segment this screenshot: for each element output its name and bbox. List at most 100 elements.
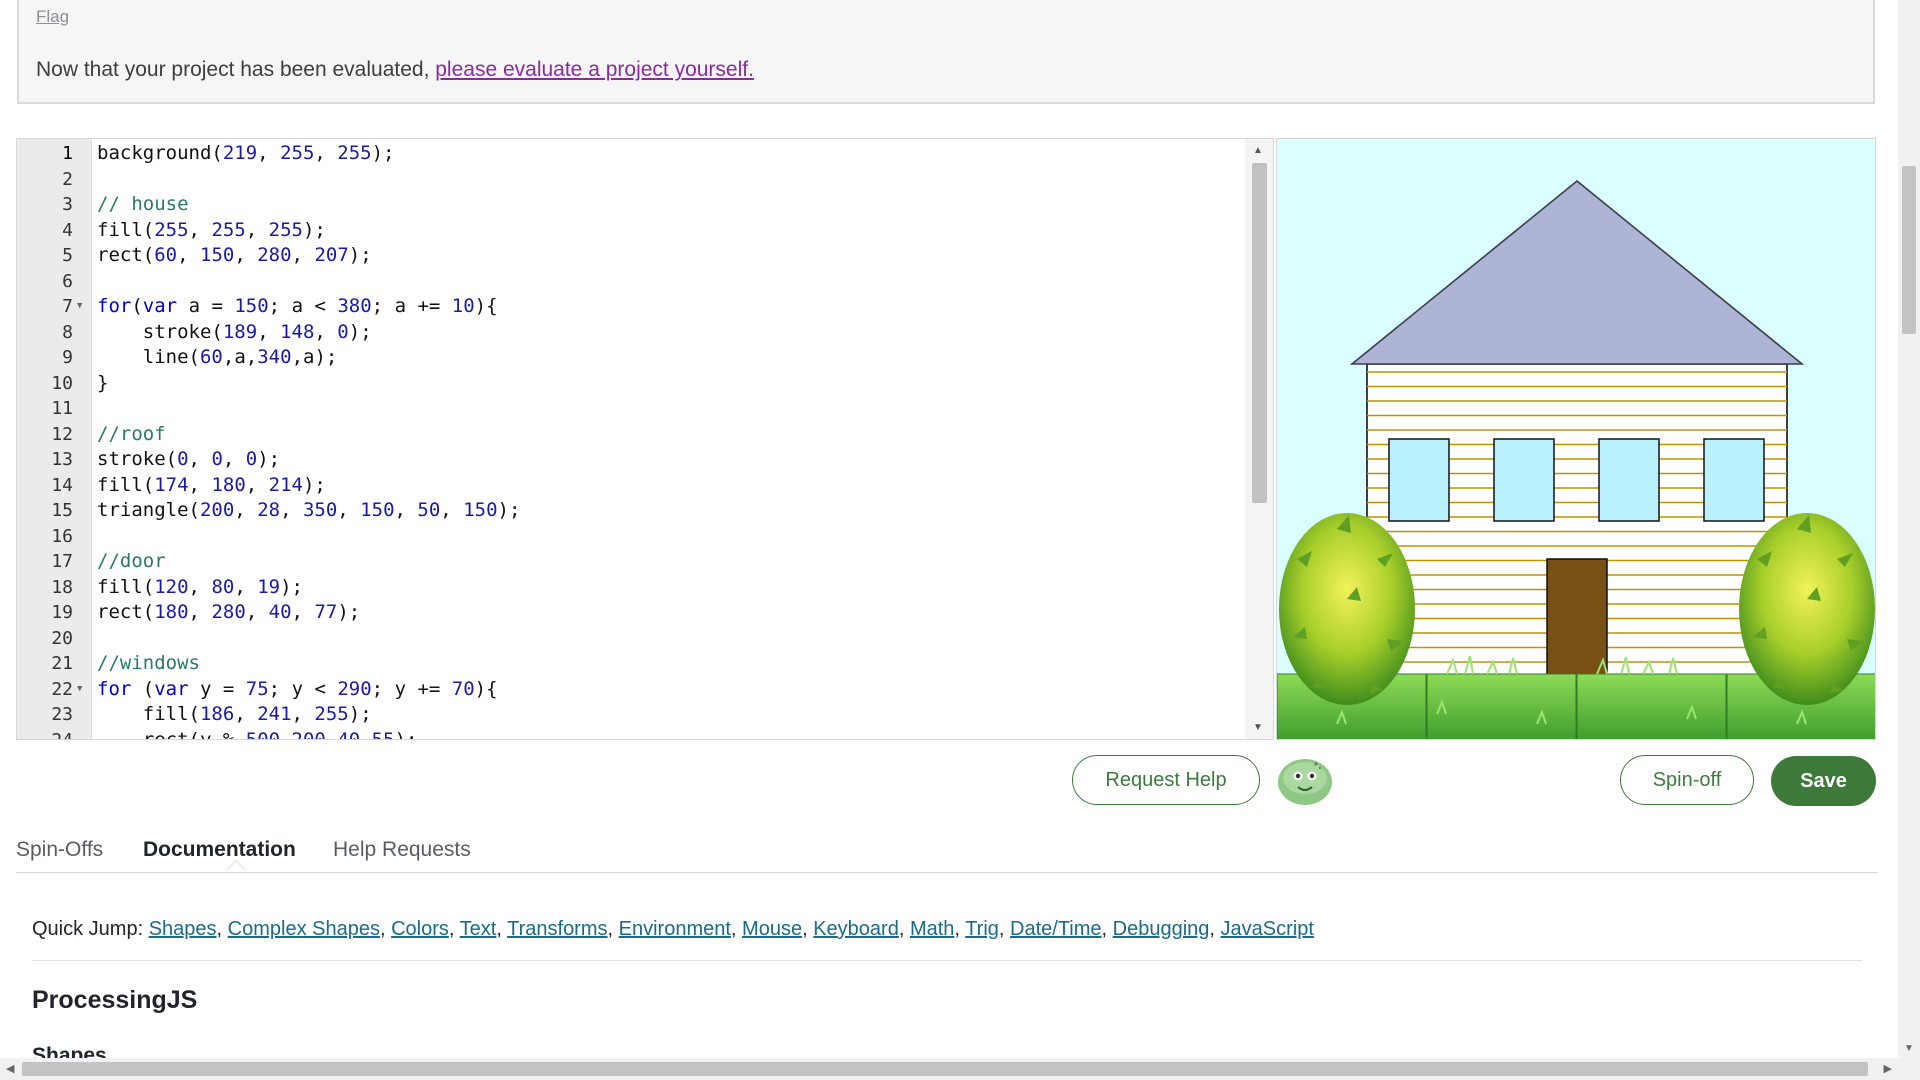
code-text: rect(y % 500,200,40,55); [142,728,418,740]
quick-jump-link[interactable]: Shapes [149,918,217,940]
code-line[interactable]: 18 fill(120, 80, 19); [17,575,1245,601]
quick-jump-link[interactable]: Colors [391,918,449,940]
code-line[interactable]: 7 ▼ for(var a = 150; a < 380; a += 10){ [17,294,1245,320]
mascot-icon[interactable] [1276,754,1334,806]
code-line[interactable]: 11 [17,396,1245,422]
code-text: fill(174, 180, 214); [97,473,326,496]
code-line[interactable]: 8 stroke(189, 148, 0); [17,320,1245,346]
code-line[interactable]: 12 //roof [17,422,1245,448]
code-line[interactable]: 10} [17,371,1245,397]
code-line[interactable]: 24 rect(y % 500,200,40,55); [17,728,1245,740]
quick-jump-link[interactable]: JavaScript [1221,918,1314,940]
evaluation-message: Now that your project has been evaluated… [36,58,754,82]
page-vertical-scrollbar-thumb[interactable] [1902,166,1916,334]
line-number: 3 [62,194,73,215]
line-number: 2 [62,168,73,190]
code-line[interactable]: 9 line(60,a,340,a); [17,345,1245,371]
quick-jump-link[interactable]: Trig [965,918,999,940]
line-number: 20 [51,627,73,649]
code-line[interactable]: 13 stroke(0, 0, 0); [17,447,1245,473]
code-line[interactable]: 19 rect(180, 280, 40, 77); [17,600,1245,626]
code-line[interactable]: 15 triangle(200, 28, 350, 150, 50, 150); [17,498,1245,524]
code-line[interactable]: 21 //windows [17,651,1245,677]
line-number: 13 [51,449,73,470]
page-vertical-scrollbar[interactable]: ▼ [1898,0,1920,1058]
evaluation-banner: Flag Now that your project has been eval… [17,0,1875,104]
link-separator: , [898,918,910,940]
link-separator: , [954,918,966,940]
evaluation-text: Now that your project has been evaluated… [36,58,436,81]
editor-scrollbar-thumb[interactable] [1252,163,1267,503]
fold-arrow-icon[interactable]: ▼ [77,677,82,703]
line-number: 16 [51,525,73,547]
link-separator: , [607,918,619,940]
flag-link[interactable]: Flag [36,7,69,27]
link-separator: , [496,918,508,940]
code-line[interactable]: 23 fill(186, 241, 255); [17,702,1245,728]
evaluate-project-link[interactable]: please evaluate a project yourself. [435,58,754,81]
code-text: for (var y = 75; y < 290; y += 70){ [97,677,498,700]
line-number: 11 [51,398,73,419]
grass-block-2 [1426,673,1577,739]
code-text: fill(255, 255, 255); [97,218,326,241]
code-line[interactable]: 3 // house [17,192,1245,218]
link-separator: , [448,918,460,940]
code-text: background(219, 255, 255); [97,142,395,164]
page-scroll-down-arrow-icon[interactable]: ▼ [1904,1043,1914,1054]
code-line[interactable]: 20 [17,626,1245,652]
code-lines[interactable]: 1 background(219, 255, 255); 2 3// house 4 fi… [17,141,1245,740]
program-output-canvas[interactable] [1276,138,1876,740]
line-number: 14 [51,474,73,496]
quick-jump-link[interactable]: Transforms [507,918,607,940]
line-number: 15 [51,500,73,521]
page-scroll-right-arrow-icon[interactable]: ▶ [1884,1062,1892,1075]
code-line[interactable]: 22 ▼ for (var y = 75; y < 290; y += 70){ [17,677,1245,703]
tab-bar: Spin-Offs Documentation Help Requests [16,836,1878,873]
spinoff-button[interactable]: Spin-off [1620,755,1754,805]
line-number: 24 [51,729,73,740]
window-2 [1493,438,1555,522]
code-text: //windows [97,652,200,674]
code-line[interactable]: 2 [17,167,1245,193]
editor-scrollbar[interactable]: ▲ ▼ [1245,139,1273,739]
request-help-button[interactable]: Request Help [1072,755,1260,805]
page-horizontal-scrollbar-thumb[interactable] [22,1062,1868,1076]
link-separator: , [1101,918,1113,940]
window-1 [1388,438,1450,522]
tab-help-requests[interactable]: Help Requests [333,838,471,862]
line-number: 18 [51,576,73,598]
line-number: 23 [51,704,73,725]
link-separator: , [802,918,814,940]
window-4 [1703,438,1765,522]
quick-jump-link[interactable]: Math [910,918,954,940]
quick-jump-link[interactable]: Debugging [1113,918,1210,940]
code-line[interactable]: 17 //door [17,549,1245,575]
code-line[interactable]: 14 fill(174, 180, 214); [17,473,1245,499]
tab-documentation[interactable]: Documentation [143,838,296,862]
page-scroll-left-arrow-icon[interactable]: ◀ [6,1062,14,1075]
quick-jump-link[interactable]: Keyboard [813,918,899,940]
code-text: for(var a = 150; a < 380; a += 10){ [97,295,498,317]
code-editor[interactable]: 1 background(219, 255, 255); 2 3// house 4 fi… [16,138,1274,740]
link-separator: , [216,918,228,940]
code-text: triangle(200, 28, 350, 150, 50, 150); [97,499,521,521]
quick-jump-link[interactable]: Text [460,918,497,940]
line-number: 10 [51,372,73,394]
code-line[interactable]: 1 background(219, 255, 255); [17,141,1245,167]
save-button[interactable]: Save [1771,756,1876,806]
quick-jump-link[interactable]: Date/Time [1010,918,1102,940]
scroll-up-arrow-icon[interactable]: ▲ [1253,145,1263,156]
code-line[interactable]: 5 rect(60, 150, 280, 207); [17,243,1245,269]
code-line[interactable]: 6 [17,269,1245,295]
scroll-down-arrow-icon[interactable]: ▼ [1253,722,1263,733]
grass-block-3 [1576,673,1727,739]
line-number: 1 [62,143,73,164]
quick-jump-link[interactable]: Mouse [742,918,802,940]
code-line[interactable]: 4 fill(255, 255, 255); [17,218,1245,244]
quick-jump-link[interactable]: Complex Shapes [228,918,380,940]
quick-jump-link[interactable]: Environment [619,918,731,940]
fold-arrow-icon[interactable]: ▼ [77,294,82,320]
code-line[interactable]: 16 [17,524,1245,550]
page-horizontal-scrollbar[interactable]: ◀ ▶ [0,1058,1898,1080]
tab-spin-offs[interactable]: Spin-Offs [16,838,103,862]
